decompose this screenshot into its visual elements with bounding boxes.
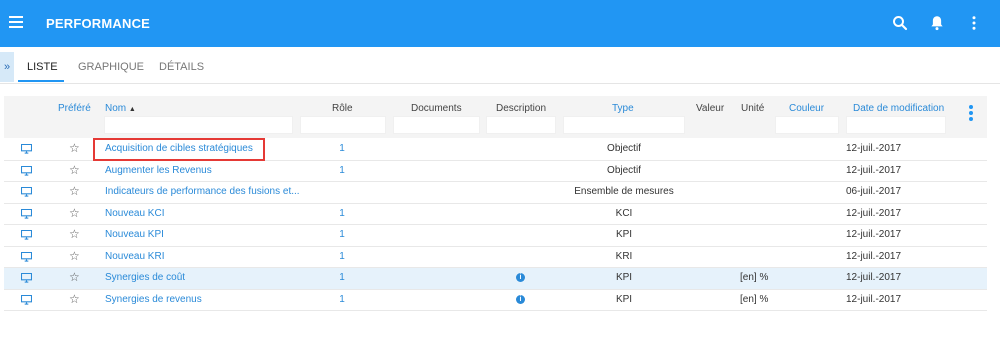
- monitor-icon[interactable]: [21, 165, 32, 176]
- filter-nom-input[interactable]: [104, 116, 293, 134]
- row-date: 06-juil.-2017: [846, 186, 902, 197]
- row-type: KRI: [615, 250, 633, 262]
- row-name-link[interactable]: Nouveau KCI: [105, 208, 164, 219]
- star-outline-icon[interactable]: ☆: [69, 185, 80, 197]
- search-icon[interactable]: [891, 14, 909, 32]
- row-unite: [en] %: [740, 293, 769, 305]
- tab-graphique[interactable]: GRAPHIQUE: [78, 61, 144, 73]
- column-header-role[interactable]: Rôle: [332, 103, 353, 114]
- column-options-icon[interactable]: [969, 105, 973, 121]
- row-name-link[interactable]: Augmenter les Revenus: [105, 165, 212, 176]
- table-row[interactable]: ☆ Indicateurs de performance des fusions …: [4, 182, 987, 204]
- filter-description-input[interactable]: [486, 116, 556, 134]
- filter-role-input[interactable]: [300, 116, 386, 134]
- row-role[interactable]: 1: [334, 251, 350, 262]
- column-header-type[interactable]: Type: [612, 103, 634, 114]
- row-date: 12-juil.-2017: [846, 293, 902, 305]
- monitor-icon[interactable]: [21, 187, 32, 197]
- star-outline-icon[interactable]: ☆: [69, 271, 80, 283]
- more-vert-icon[interactable]: [965, 14, 983, 32]
- star-outline-icon[interactable]: ☆: [69, 228, 80, 240]
- table-header: Préféré Nom ▲ Rôle Documents Description…: [4, 96, 987, 138]
- row-type: KPI: [615, 229, 633, 240]
- filter-couleur-input[interactable]: [775, 116, 839, 134]
- row-type: Ensemble de mesures: [574, 186, 674, 197]
- row-name-link[interactable]: Nouveau KPI: [105, 229, 164, 240]
- app-bar: PERFORMANCE: [0, 0, 1000, 47]
- table-row[interactable]: ☆ Nouveau KPI 1 KPI 12-juil.-2017: [4, 225, 987, 247]
- row-type: KCI: [615, 207, 633, 219]
- filter-type-input[interactable]: [563, 116, 685, 134]
- row-name-link[interactable]: Acquisition de cibles stratégiques: [105, 143, 253, 154]
- column-header-documents[interactable]: Documents: [411, 103, 462, 114]
- star-outline-icon[interactable]: ☆: [69, 207, 80, 219]
- row-role[interactable]: 1: [334, 143, 350, 154]
- row-name-link[interactable]: Synergies de revenus: [105, 294, 202, 305]
- column-header-couleur[interactable]: Couleur: [789, 103, 824, 114]
- row-type: KPI: [615, 293, 633, 305]
- column-header-description[interactable]: Description: [496, 103, 546, 114]
- star-outline-icon[interactable]: ☆: [69, 250, 80, 262]
- row-type: Objectif: [607, 164, 641, 176]
- row-name-link[interactable]: Nouveau KRI: [105, 251, 164, 262]
- row-name-link[interactable]: Synergies de coût: [105, 272, 185, 283]
- bell-icon[interactable]: [928, 14, 946, 32]
- sort-ascending-icon: ▲: [128, 106, 136, 113]
- row-date: 12-juil.-2017: [846, 143, 902, 154]
- row-role[interactable]: 1: [334, 294, 350, 305]
- row-date: 12-juil.-2017: [846, 229, 902, 240]
- filter-date-input[interactable]: [846, 116, 946, 134]
- row-role[interactable]: 1: [334, 272, 350, 283]
- table-row[interactable]: ☆ Nouveau KRI 1 KRI 12-juil.-2017: [4, 247, 987, 268]
- star-outline-icon[interactable]: ☆: [69, 142, 80, 154]
- table-row[interactable]: ☆ Acquisition de cibles stratégiques 1 Obje…: [4, 139, 987, 161]
- star-outline-icon[interactable]: ☆: [69, 164, 80, 176]
- row-name-link[interactable]: Indicateurs de performance des fusions e…: [105, 186, 300, 197]
- info-icon[interactable]: i: [516, 294, 525, 304]
- monitor-icon[interactable]: [21, 144, 32, 154]
- column-header-date[interactable]: Date de modification: [853, 103, 944, 114]
- monitor-icon[interactable]: [21, 294, 32, 305]
- row-role[interactable]: 1: [334, 165, 350, 176]
- column-header-nom[interactable]: Nom ▲: [105, 103, 136, 114]
- monitor-icon[interactable]: [21, 273, 32, 283]
- row-role[interactable]: 1: [334, 229, 350, 240]
- star-outline-icon[interactable]: ☆: [69, 293, 80, 305]
- row-role[interactable]: 1: [334, 208, 350, 219]
- row-type: KPI: [615, 272, 633, 283]
- page-title: PERFORMANCE: [46, 16, 151, 31]
- active-tab-indicator: [18, 80, 64, 82]
- hamburger-icon[interactable]: [9, 16, 23, 28]
- monitor-icon[interactable]: [21, 230, 32, 240]
- row-date: 12-juil.-2017: [846, 164, 902, 176]
- table-row[interactable]: ☆ Nouveau KCI 1 KCI 12-juil.-2017: [4, 204, 987, 225]
- row-date: 12-juil.-2017: [846, 272, 902, 283]
- table-row[interactable]: ☆ Synergies de coût 1 i KPI [en] % 12-juil.-20…: [4, 268, 987, 290]
- column-header-valeur[interactable]: Valeur: [696, 103, 724, 114]
- row-type: Objectif: [607, 143, 641, 154]
- row-date: 12-juil.-2017: [846, 207, 902, 219]
- column-header-unite[interactable]: Unité: [741, 103, 764, 114]
- tab-bar: LISTE GRAPHIQUE DÉTAILS: [0, 47, 1000, 84]
- filter-documents-input[interactable]: [393, 116, 480, 134]
- tab-details[interactable]: DÉTAILS: [159, 61, 204, 73]
- table-row[interactable]: ☆ Synergies de revenus 1 i KPI [en] % 12-juil.…: [4, 290, 987, 311]
- column-label-nom: Nom: [105, 103, 127, 114]
- row-unite: [en] %: [740, 272, 769, 283]
- table-row[interactable]: ☆ Augmenter les Revenus 1 Objectif 12-juil.-…: [4, 161, 987, 182]
- double-chevron-right-icon[interactable]: »: [0, 52, 14, 82]
- row-date: 12-juil.-2017: [846, 250, 902, 262]
- info-icon[interactable]: i: [516, 273, 525, 282]
- tab-liste[interactable]: LISTE: [27, 61, 58, 73]
- monitor-icon[interactable]: [21, 251, 32, 262]
- column-header-prefere[interactable]: Préféré: [58, 103, 91, 114]
- monitor-icon[interactable]: [21, 208, 32, 219]
